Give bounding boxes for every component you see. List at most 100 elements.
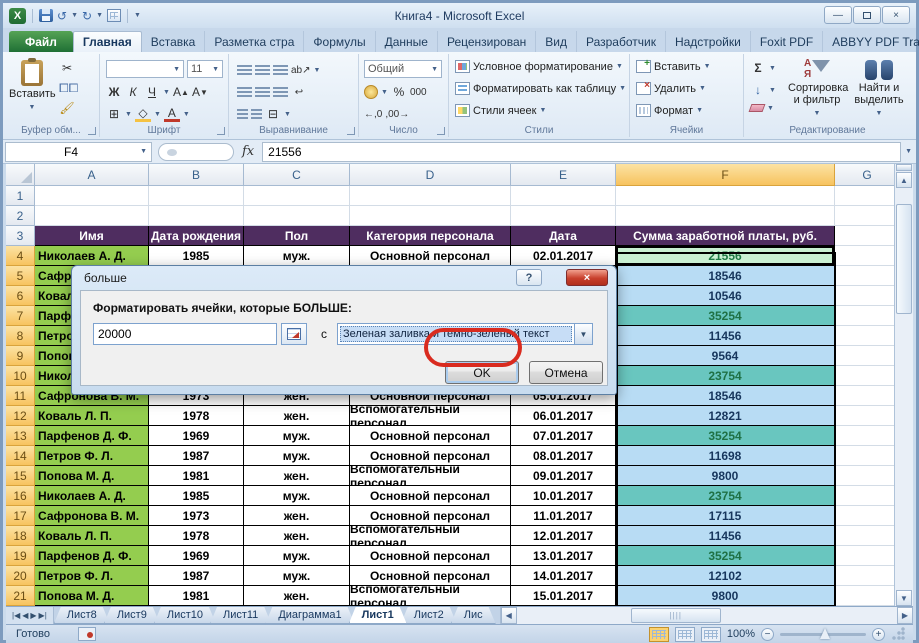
salary-cell[interactable]: 9800 xyxy=(616,586,835,606)
font-size-select[interactable]: 11▼ xyxy=(187,60,223,78)
next-sheet-icon[interactable]: ▶ xyxy=(30,611,36,620)
empty-cell[interactable] xyxy=(35,186,149,206)
empty-cell[interactable] xyxy=(244,186,350,206)
vertical-scroll-thumb[interactable] xyxy=(896,204,912,314)
tab-Рецензирован[interactable]: Рецензирован xyxy=(438,31,536,52)
sheet-tab-Лист2[interactable]: Лист2 xyxy=(401,607,457,624)
gender-cell[interactable]: муж. xyxy=(244,566,350,586)
gender-cell[interactable]: муж. xyxy=(244,426,350,446)
clipboard-dialog-launcher[interactable] xyxy=(88,127,96,135)
salary-cell[interactable]: 10546 xyxy=(616,286,835,306)
cell-op-button[interactable]: Вставить▼ xyxy=(636,60,711,73)
category-cell[interactable]: Вспомогательный персонал xyxy=(350,586,511,606)
empty-cell[interactable] xyxy=(835,186,900,206)
row-header-9[interactable]: 9 xyxy=(6,346,35,366)
empty-cell[interactable] xyxy=(350,186,511,206)
increase-indent-icon[interactable] xyxy=(251,109,262,120)
horizontal-scrollbar[interactable]: ◀ |||| ▶ xyxy=(500,607,913,624)
first-sheet-icon[interactable]: |◀ xyxy=(12,611,20,620)
clear-icon[interactable] xyxy=(749,104,766,112)
empty-cell[interactable] xyxy=(835,406,900,426)
threshold-input[interactable]: 20000 xyxy=(93,323,277,345)
align-middle-icon[interactable] xyxy=(255,65,270,76)
gender-cell[interactable]: жен. xyxy=(244,506,350,526)
percent-icon[interactable]: % xyxy=(391,84,407,100)
row-header-21[interactable]: 21 xyxy=(6,586,35,606)
row-header-4[interactable]: 4 xyxy=(6,246,35,266)
salary-cell[interactable]: 35254 xyxy=(616,306,835,326)
align-right-icon[interactable] xyxy=(273,87,288,98)
sheet-tab-Лис[interactable]: Лис xyxy=(451,607,496,624)
column-header-B[interactable]: B xyxy=(149,164,244,186)
empty-cell[interactable] xyxy=(835,346,900,366)
salary-cell[interactable]: 9800 xyxy=(616,466,835,486)
gender-cell[interactable]: муж. xyxy=(244,486,350,506)
underline-dropdown-icon[interactable]: ▼ xyxy=(163,89,170,96)
grow-font-button[interactable]: А▲ xyxy=(173,84,189,100)
active-cell[interactable]: 21556 xyxy=(616,246,835,266)
empty-cell[interactable] xyxy=(835,566,900,586)
gender-cell[interactable]: муж. xyxy=(244,246,350,266)
sheet-tab-Лист9[interactable]: Лист9 xyxy=(104,607,160,624)
ok-button[interactable]: OK xyxy=(445,361,519,384)
date-cell[interactable]: 09.01.2017 xyxy=(511,466,616,486)
row-header-17[interactable]: 17 xyxy=(6,506,35,526)
scroll-left-icon[interactable]: ◀ xyxy=(501,607,517,624)
tab-file[interactable]: Файл xyxy=(9,31,73,52)
name-box-dropdown-icon[interactable]: ▼ xyxy=(140,148,147,155)
name-cell[interactable]: Попова М. Д. xyxy=(35,466,149,486)
empty-cell[interactable] xyxy=(511,206,616,226)
birth-year-cell[interactable]: 1985 xyxy=(149,246,244,266)
category-cell[interactable]: Вспомогательный персонал xyxy=(350,466,511,486)
empty-cell[interactable] xyxy=(835,366,900,386)
empty-cell[interactable] xyxy=(835,426,900,446)
vertical-split-handle[interactable] xyxy=(896,164,912,171)
scroll-down-icon[interactable]: ▼ xyxy=(896,590,912,606)
category-cell[interactable]: Вспомогательный персонал xyxy=(350,526,511,546)
salary-cell[interactable]: 9564 xyxy=(616,346,835,366)
cell-op-button[interactable]: Формат▼ xyxy=(636,104,703,117)
merge-center-icon[interactable]: ⊟ xyxy=(265,106,281,122)
style-button[interactable]: Форматировать как таблицу▼ xyxy=(455,82,626,95)
tab-Формулы[interactable]: Формулы xyxy=(304,31,375,52)
row-header-15[interactable]: 15 xyxy=(6,466,35,486)
gender-cell[interactable]: жен. xyxy=(244,526,350,546)
empty-cell[interactable] xyxy=(244,206,350,226)
salary-cell[interactable]: 11698 xyxy=(616,446,835,466)
format-painter-icon[interactable]: 🖌 xyxy=(59,100,75,116)
wrap-text-icon[interactable]: ↩ xyxy=(291,84,307,100)
gender-cell[interactable]: муж. xyxy=(244,446,350,466)
empty-cell[interactable] xyxy=(835,446,900,466)
date-cell[interactable]: 14.01.2017 xyxy=(511,566,616,586)
column-header-G[interactable]: G xyxy=(835,164,900,186)
cancel-button[interactable]: Отмена xyxy=(529,361,603,384)
vertical-scrollbar[interactable]: ▲ ▼ xyxy=(894,164,913,606)
expand-formula-bar-icon[interactable]: ▼ xyxy=(905,148,912,155)
name-cell[interactable]: Парфенов Д. Ф. xyxy=(35,426,149,446)
birth-year-cell[interactable]: 1978 xyxy=(149,406,244,426)
empty-cell[interactable] xyxy=(350,206,511,226)
name-cell[interactable]: Петров Ф. Л. xyxy=(35,566,149,586)
category-cell[interactable]: Основной персонал xyxy=(350,486,511,506)
last-sheet-icon[interactable]: ▶| xyxy=(39,611,47,620)
empty-cell[interactable] xyxy=(835,486,900,506)
tab-Надстройки[interactable]: Надстройки xyxy=(666,31,751,52)
sheet-tab-Лист1[interactable]: Лист1 xyxy=(349,607,407,624)
dialog-close-button[interactable]: × xyxy=(566,269,608,286)
empty-cell[interactable] xyxy=(835,226,900,246)
style-button[interactable]: Условное форматирование▼ xyxy=(455,60,623,73)
decrease-indent-icon[interactable] xyxy=(237,109,248,120)
zoom-out-icon[interactable]: − xyxy=(761,628,774,641)
row-header-7[interactable]: 7 xyxy=(6,306,35,326)
row-header-20[interactable]: 20 xyxy=(6,566,35,586)
date-cell[interactable]: 02.01.2017 xyxy=(511,246,616,266)
birth-year-cell[interactable]: 1969 xyxy=(149,426,244,446)
name-box[interactable]: F4▼ xyxy=(5,142,152,162)
select-all-corner[interactable] xyxy=(6,164,35,186)
align-top-icon[interactable] xyxy=(237,65,252,76)
empty-cell[interactable] xyxy=(835,206,900,226)
empty-cell[interactable] xyxy=(616,206,835,226)
salary-cell[interactable]: 18546 xyxy=(616,386,835,406)
resize-grip[interactable] xyxy=(891,627,905,641)
sheet-tab-Лист8[interactable]: Лист8 xyxy=(54,607,110,624)
